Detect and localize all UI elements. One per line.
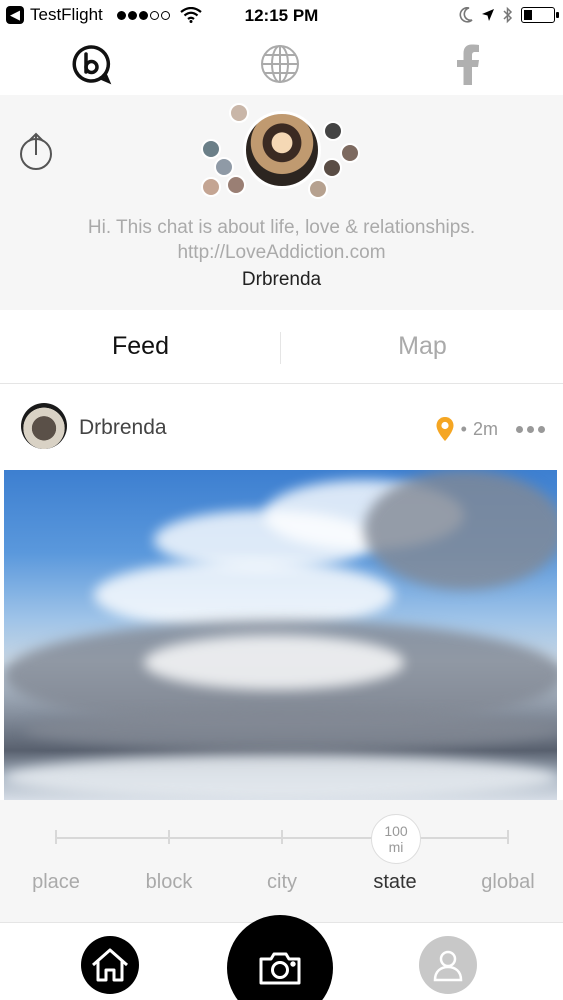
member-avatar[interactable] — [308, 179, 328, 199]
owner-avatar[interactable] — [243, 111, 321, 189]
home-button[interactable] — [81, 936, 139, 994]
tick-place[interactable] — [55, 830, 57, 844]
globe-icon[interactable] — [258, 42, 302, 86]
member-avatar[interactable] — [322, 158, 342, 178]
member-avatar[interactable] — [229, 103, 249, 123]
member-avatar[interactable] — [201, 139, 221, 159]
owner-name[interactable]: Drbrenda — [0, 269, 563, 291]
knob-value: 100 — [384, 823, 408, 839]
chat-description: Hi. This chat is about life, love & rela… — [0, 215, 563, 265]
post-author-avatar[interactable] — [21, 403, 67, 449]
meta-separator: • — [460, 418, 467, 439]
tick-city[interactable] — [281, 830, 283, 844]
tab-divider — [280, 332, 281, 364]
status-right — [459, 6, 559, 24]
post-time: 2m — [472, 418, 498, 439]
facebook-icon[interactable] — [446, 42, 490, 86]
share-icon[interactable] — [18, 131, 54, 171]
description-line: Hi. This chat is about life, love & rela… — [87, 217, 476, 238]
member-avatar-cluster[interactable] — [198, 103, 363, 203]
post-author-name[interactable]: Drbrenda — [79, 416, 167, 440]
scale-label-global[interactable]: global — [453, 871, 563, 894]
member-avatar[interactable] — [201, 177, 221, 197]
tab-bar: Feed Map — [0, 312, 563, 384]
battery-icon — [521, 7, 559, 23]
tick-global[interactable] — [507, 830, 509, 844]
tab-feed[interactable]: Feed — [0, 332, 281, 361]
member-avatar[interactable] — [226, 175, 246, 195]
status-bar: ◀ TestFlight 12:15 PM — [0, 0, 563, 32]
distance-knob[interactable]: 100 mi — [371, 814, 421, 864]
chat-header: Hi. This chat is about life, love & rela… — [0, 95, 563, 310]
tab-map[interactable]: Map — [282, 332, 563, 361]
scale-label-state[interactable]: state — [340, 871, 450, 894]
post-header: Drbrenda • 2m — [0, 386, 563, 468]
location-pin-icon[interactable] — [435, 416, 455, 442]
bottom-tab-bar — [0, 915, 563, 1000]
camera-icon — [259, 952, 301, 985]
scale-label-block[interactable]: block — [114, 871, 224, 894]
distance-filter: 100 mi place block city state global — [0, 800, 563, 922]
profile-button[interactable] — [419, 936, 477, 994]
camera-button[interactable] — [227, 915, 333, 1000]
top-nav — [0, 36, 563, 94]
member-avatar[interactable] — [340, 143, 360, 163]
profile-icon — [433, 950, 463, 982]
chat-bubble-b-icon[interactable] — [69, 42, 113, 86]
bluetooth-icon — [503, 6, 513, 24]
description-link[interactable]: http://LoveAddiction.com — [0, 240, 563, 265]
tick-block[interactable] — [168, 830, 170, 844]
knob-unit: mi — [388, 839, 404, 855]
post-photo[interactable] — [4, 470, 557, 800]
post-meta: • 2m — [435, 416, 545, 442]
member-avatar[interactable] — [214, 157, 234, 177]
member-avatar[interactable] — [323, 121, 343, 141]
scale-label-place[interactable]: place — [1, 871, 111, 894]
scale-label-city[interactable]: city — [227, 871, 337, 894]
home-icon — [92, 948, 128, 982]
location-arrow-icon — [482, 9, 494, 21]
more-options-icon[interactable] — [516, 425, 545, 433]
moon-icon — [459, 7, 473, 23]
